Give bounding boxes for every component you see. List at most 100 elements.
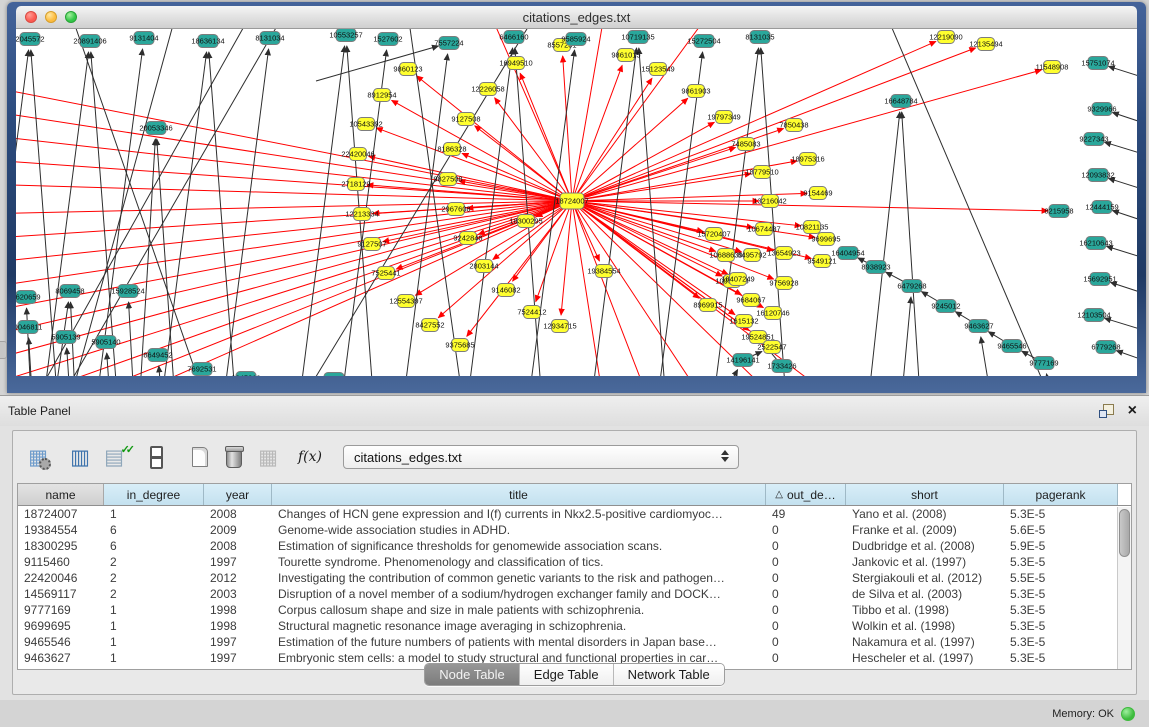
graph-node[interactable]: 8649452	[143, 349, 172, 362]
graph-node[interactable]: 9827508	[433, 173, 462, 186]
tab-network-table[interactable]: Network Table	[614, 664, 724, 685]
table-cell[interactable]: Dudbridge et al. (2008)	[846, 538, 1004, 554]
graph-node[interactable]: 1615132	[729, 315, 758, 328]
table-cell[interactable]: 9699695	[18, 618, 104, 634]
table-cell[interactable]: 5.3E-5	[1004, 602, 1118, 618]
graph-node[interactable]: 8427552	[415, 319, 444, 332]
table-cell[interactable]: 5.5E-5	[1004, 570, 1118, 586]
graph-node[interactable]: 9860123	[393, 63, 422, 76]
import-table-disabled-icon[interactable]	[253, 442, 283, 472]
table-cell[interactable]: 1997	[204, 554, 272, 570]
table-cell[interactable]: Structural magnetic resonance image aver…	[272, 618, 766, 634]
table-row[interactable]: 2242004622012Investigating the contribut…	[18, 570, 1131, 586]
table-cell[interactable]: 18300295	[18, 538, 104, 554]
graph-node[interactable]: 2803144	[469, 260, 498, 273]
graph-node[interactable]: 12444159	[1085, 201, 1118, 214]
table-cell[interactable]: 0	[766, 554, 846, 570]
float-panel-icon[interactable]	[1099, 404, 1114, 418]
table-cell[interactable]: Tibbo et al. (1998)	[846, 602, 1004, 618]
graph-node[interactable]: 9585924	[561, 33, 590, 46]
graph-node[interactable]: 9465546	[997, 340, 1026, 353]
graph-node[interactable]: 7850438	[779, 119, 808, 132]
graph-node[interactable]: 12934715	[543, 320, 576, 333]
table-cell[interactable]: 2	[104, 554, 204, 570]
table-cell[interactable]: Investigating the contribution of common…	[272, 570, 766, 586]
graph-node[interactable]: 18975316	[791, 153, 824, 166]
graph-node[interactable]: 15928524	[111, 285, 144, 298]
column-header-short[interactable]: short	[846, 484, 1004, 505]
table-cell[interactable]: Tourette syndrome. Phenomenology and cla…	[272, 554, 766, 570]
table-cell[interactable]: Yano et al. (2008)	[846, 506, 1004, 522]
graph-node[interactable]: 12554397	[389, 295, 422, 308]
graph-node[interactable]: 10543392	[349, 118, 382, 131]
graph-node[interactable]: 9777169	[1029, 357, 1058, 370]
column-header-pagerank[interactable]: pagerank	[1004, 484, 1118, 505]
graph-node[interactable]: 7525441	[371, 267, 400, 280]
table-cell[interactable]: 1998	[204, 602, 272, 618]
graph-node[interactable]: 16120746	[756, 307, 789, 320]
table-cell[interactable]: 1998	[204, 618, 272, 634]
graph-node[interactable]: 16404954	[831, 247, 864, 260]
new-table-icon[interactable]	[185, 442, 215, 472]
graph-node[interactable]: 18636134	[191, 35, 224, 48]
graph-node[interactable]: 9245013	[231, 372, 260, 377]
table-cell[interactable]: 0	[766, 586, 846, 602]
graph-node[interactable]: 12135494	[969, 38, 1002, 51]
graph-node[interactable]: 8215958	[1044, 205, 1073, 218]
graph-node[interactable]: 8186328	[437, 143, 466, 156]
table-row[interactable]: 1872400712008Changes of HCN gene express…	[18, 506, 1131, 522]
table-cell[interactable]: 2012	[204, 570, 272, 586]
close-panel-icon[interactable]: ×	[1128, 404, 1137, 418]
table-row[interactable]: 1938455462009Genome-wide association stu…	[18, 522, 1131, 538]
table-row[interactable]: 946554611997Estimation of the future num…	[18, 634, 1131, 650]
graph-node[interactable]: 9861015	[611, 49, 640, 62]
graph-node[interactable]: 18724007	[555, 193, 588, 209]
table-row[interactable]: 969969511998Structural magnetic resonanc…	[18, 618, 1131, 634]
table-cell[interactable]: 9465546	[18, 634, 104, 650]
table-cell[interactable]: 2008	[204, 538, 272, 554]
table-cell[interactable]: 2009	[204, 522, 272, 538]
table-cell[interactable]: Wolkin et al. (1998)	[846, 618, 1004, 634]
graph-node[interactable]: 13654923	[767, 247, 800, 260]
graph-node[interactable]: 5905139	[51, 331, 80, 344]
graph-node[interactable]: 6466160	[499, 31, 528, 44]
table-row[interactable]: 977716911998Corpus callosum shape and si…	[18, 602, 1131, 618]
graph-node[interactable]: 15123549	[641, 63, 674, 76]
graph-node[interactable]: 19384554	[587, 265, 620, 278]
graph-node[interactable]: 20891406	[73, 35, 106, 48]
graph-node[interactable]: 16648784	[884, 95, 917, 108]
table-cell[interactable]: 5.9E-5	[1004, 538, 1118, 554]
graph-node[interactable]: 22420046	[341, 148, 374, 161]
table-cell[interactable]: 5.6E-5	[1004, 522, 1118, 538]
graph-node[interactable]: 9127508	[451, 113, 480, 126]
column-header-out_de[interactable]: △out_de…	[766, 484, 846, 505]
graph-node[interactable]: 1733426	[767, 360, 796, 373]
graph-node[interactable]: 9127507	[357, 238, 386, 251]
column-header-title[interactable]: title	[272, 484, 766, 505]
tab-node-table[interactable]: Node Table	[425, 664, 520, 685]
table-cell[interactable]: 49	[766, 506, 846, 522]
graph-node[interactable]: 9329966	[1087, 103, 1116, 116]
table-cell[interactable]: 5.3E-5	[1004, 554, 1118, 570]
table-cell[interactable]: 14569117	[18, 586, 104, 602]
table-cell[interactable]: 2003	[204, 586, 272, 602]
graph-node[interactable]: 8131035	[745, 31, 774, 44]
graph-node[interactable]: 9463627	[964, 320, 993, 333]
graph-node[interactable]: 8969915	[693, 299, 722, 312]
table-panel-titlebar[interactable]: Table Panel ×	[0, 396, 1149, 426]
graph-node[interactable]: 9699695	[811, 233, 840, 246]
table-cell[interactable]: 0	[766, 618, 846, 634]
graph-node[interactable]: 1527602	[373, 33, 402, 46]
table-settings-icon[interactable]	[23, 442, 53, 472]
table-cell[interactable]: 9115460	[18, 554, 104, 570]
graph-node[interactable]: 8912954	[367, 89, 396, 102]
network-canvas[interactable]: 1872400798601238912954105433922242004627…	[16, 29, 1137, 376]
table-cell[interactable]: Franke et al. (2009)	[846, 522, 1004, 538]
table-cell[interactable]: 2	[104, 570, 204, 586]
graph-node[interactable]: 5905140	[91, 336, 120, 349]
table-cell[interactable]: Nakamura et al. (1997)	[846, 634, 1004, 650]
table-cell[interactable]: 1	[104, 506, 204, 522]
column-header-name[interactable]: name	[18, 484, 104, 505]
graph-node[interactable]: 9154469	[803, 187, 832, 200]
graph-node[interactable]: 9242848	[453, 232, 482, 245]
